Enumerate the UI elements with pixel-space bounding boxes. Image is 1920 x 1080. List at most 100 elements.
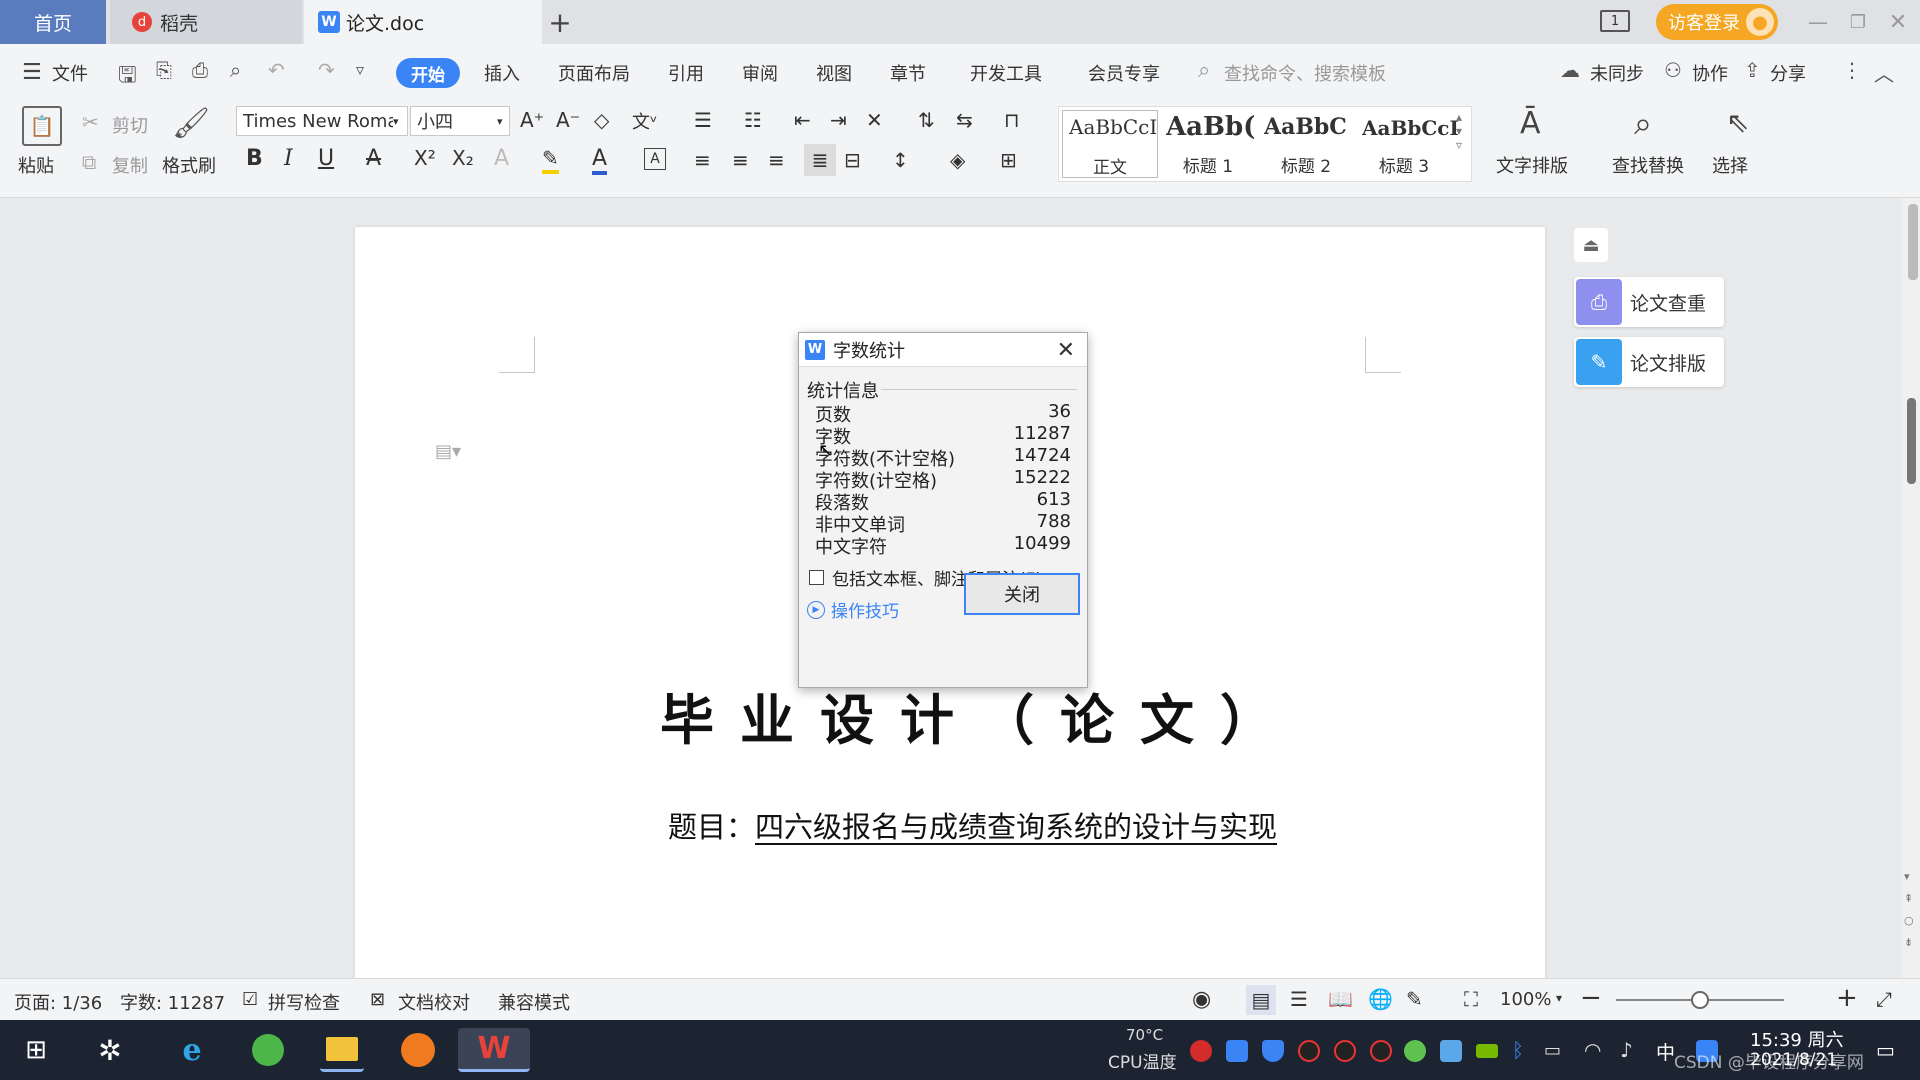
find-replace-button[interactable]: 查找替换 <box>1612 152 1684 178</box>
bluetooth-icon[interactable]: ᛒ <box>1512 1038 1524 1062</box>
zoom-slider-thumb[interactable] <box>1691 991 1709 1009</box>
chevron-down-icon[interactable]: ▾ <box>1556 991 1562 1005</box>
minimize-icon[interactable]: — <box>1806 10 1830 34</box>
vertical-scrollbar[interactable]: ▾ ⇞ ○ ⇟ <box>1902 198 1920 978</box>
select-button[interactable]: 选择 <box>1712 152 1748 178</box>
taskbar-app-explorer[interactable] <box>320 1028 364 1072</box>
collapse-ribbon-icon[interactable]: ︿ <box>1874 58 1894 87</box>
fullscreen-icon[interactable]: ⤢ <box>1876 987 1892 1011</box>
copy-button[interactable]: 复制 <box>112 152 148 178</box>
decrease-font-icon[interactable]: A⁻ <box>556 108 580 132</box>
tab-daoke[interactable]: d 稻壳 <box>110 0 302 44</box>
align-right-icon[interactable]: ≡ <box>768 148 785 172</box>
increase-font-icon[interactable]: A⁺ <box>520 108 544 132</box>
page-view-icon[interactable]: ▤ <box>1246 985 1276 1015</box>
menu-review[interactable]: 审阅 <box>742 60 778 86</box>
wifi-icon[interactable]: ◠ <box>1584 1038 1601 1062</box>
decrease-indent-icon[interactable]: ⇤ <box>794 108 811 132</box>
menu-page-layout[interactable]: 页面布局 <box>558 60 630 86</box>
taskbar-app-ie[interactable]: e <box>170 1028 214 1072</box>
doc-options-icon[interactable]: ▤▾ <box>435 441 461 462</box>
close-button[interactable]: 关闭 <box>964 573 1080 615</box>
show-marks-icon[interactable]: ⇆ <box>956 108 973 132</box>
clear-format-icon[interactable]: ◇ <box>594 108 609 132</box>
print-preview-icon[interactable]: ⌕ <box>230 58 241 82</box>
tray-qq-icon-3[interactable] <box>1370 1040 1392 1062</box>
close-window-icon[interactable]: ✕ <box>1886 10 1910 35</box>
page-counter[interactable]: 页面: 1/36 <box>14 989 102 1015</box>
tray-icon-blue[interactable] <box>1226 1040 1248 1062</box>
menu-view[interactable]: 视图 <box>816 60 852 86</box>
style-heading-3[interactable]: AaBbCcI 标题 3 <box>1356 110 1459 178</box>
italic-icon[interactable]: I <box>284 146 293 171</box>
word-counter[interactable]: 字数: 11287 <box>120 989 225 1015</box>
paste-button[interactable]: 粘贴 <box>18 152 54 178</box>
tray-app-icon[interactable] <box>1440 1040 1462 1062</box>
notification-icon[interactable]: ▭ <box>1876 1038 1895 1062</box>
taskbar-app-browser[interactable] <box>246 1028 290 1072</box>
battery-icon[interactable]: ▭ <box>1544 1040 1561 1061</box>
taskbar-app-wps[interactable]: W <box>458 1028 530 1072</box>
cut-button[interactable]: 剪切 <box>112 112 148 138</box>
taskbar-app-orange[interactable] <box>396 1028 440 1072</box>
borders-icon[interactable]: ⊞ <box>1000 148 1017 172</box>
login-button[interactable]: 访客登录 ● <box>1656 4 1778 40</box>
align-left-icon[interactable]: ≡ <box>694 148 711 172</box>
align-center-icon[interactable]: ≡ <box>732 148 749 172</box>
chinese-layout-icon[interactable]: ✕ <box>866 108 883 132</box>
tray-icon-red[interactable] <box>1190 1040 1212 1062</box>
scroll-down-icon[interactable]: ▾ <box>1904 870 1910 883</box>
write-view-icon[interactable]: ✎ <box>1406 987 1423 1011</box>
fit-page-icon[interactable]: ⛶ <box>1464 987 1478 1011</box>
share-button[interactable]: 分享 <box>1770 60 1806 86</box>
numbered-list-icon[interactable]: ☷ <box>744 108 762 132</box>
menu-member[interactable]: 会员专享 <box>1088 60 1160 86</box>
outline-view-icon[interactable]: ☰ <box>1290 987 1308 1011</box>
zoom-in-icon[interactable]: + <box>1836 983 1858 1013</box>
text-effect-icon[interactable]: A <box>494 146 509 171</box>
char-border-icon[interactable]: A <box>644 148 666 170</box>
next-page-icon[interactable]: ⇟ <box>1904 936 1913 949</box>
tray-qq-icon-2[interactable] <box>1334 1040 1356 1062</box>
scrollbar-thumb[interactable] <box>1907 398 1916 484</box>
subscript-icon[interactable]: X₂ <box>452 146 474 170</box>
menu-developer[interactable]: 开发工具 <box>970 60 1042 86</box>
paper-check-button[interactable]: ⎙ 论文查重 <box>1574 277 1724 327</box>
format-painter-button[interactable]: 格式刷 <box>162 152 216 178</box>
spell-check-button[interactable]: 拼写检查 <box>268 989 340 1015</box>
collab-button[interactable]: 协作 <box>1692 60 1728 86</box>
underline-icon[interactable]: U <box>318 146 334 171</box>
style-heading-2[interactable]: AaBbC 标题 2 <box>1258 110 1354 178</box>
line-spacing-icon[interactable]: ↕ <box>892 148 909 172</box>
tab-document[interactable]: W 论文.doc <box>304 0 542 44</box>
eye-protection-icon[interactable]: ◉ <box>1192 987 1211 1012</box>
taskbar-app-pinwheel[interactable]: ✲ <box>88 1028 132 1072</box>
sort-icon[interactable]: ⇅ <box>918 108 935 132</box>
sync-button[interactable]: 未同步 <box>1590 60 1644 86</box>
hamburger-icon[interactable]: ☰ <box>22 60 42 85</box>
justify-icon[interactable]: ≣ <box>804 144 836 176</box>
paper-layout-button[interactable]: ✎ 论文排版 <box>1574 337 1724 387</box>
menu-chapter[interactable]: 章节 <box>890 60 926 86</box>
web-view-icon[interactable]: 🌐 <box>1368 987 1393 1011</box>
superscript-icon[interactable]: X² <box>414 146 436 170</box>
customize-toolbar-icon[interactable]: ▿ <box>356 60 364 79</box>
menu-references[interactable]: 引用 <box>668 60 704 86</box>
bold-icon[interactable]: B <box>246 146 263 171</box>
restore-icon[interactable]: ❐ <box>1846 10 1870 34</box>
tab-stops-icon[interactable]: ⊓ <box>1004 108 1020 132</box>
menu-file[interactable]: 文件 <box>52 60 88 86</box>
print-icon[interactable]: ⎙ <box>192 58 208 82</box>
phonetic-guide-icon[interactable]: 文ᵛ <box>632 108 658 134</box>
increase-indent-icon[interactable]: ⇥ <box>830 108 847 132</box>
tray-qq-icon-1[interactable] <box>1298 1040 1320 1062</box>
save-icon[interactable]: 🖫 <box>118 58 137 96</box>
redo-icon[interactable]: ↷ <box>318 58 335 82</box>
tab-home[interactable]: 首页 <box>0 0 106 44</box>
page-view-button[interactable]: 1 <box>1600 10 1630 32</box>
font-color-icon[interactable]: A <box>592 146 608 175</box>
strikethrough-icon[interactable]: A <box>366 146 381 171</box>
ime-indicator[interactable]: 中 <box>1656 1038 1675 1065</box>
menu-insert[interactable]: 插入 <box>484 60 520 86</box>
undo-icon[interactable]: ↶ <box>268 58 285 82</box>
